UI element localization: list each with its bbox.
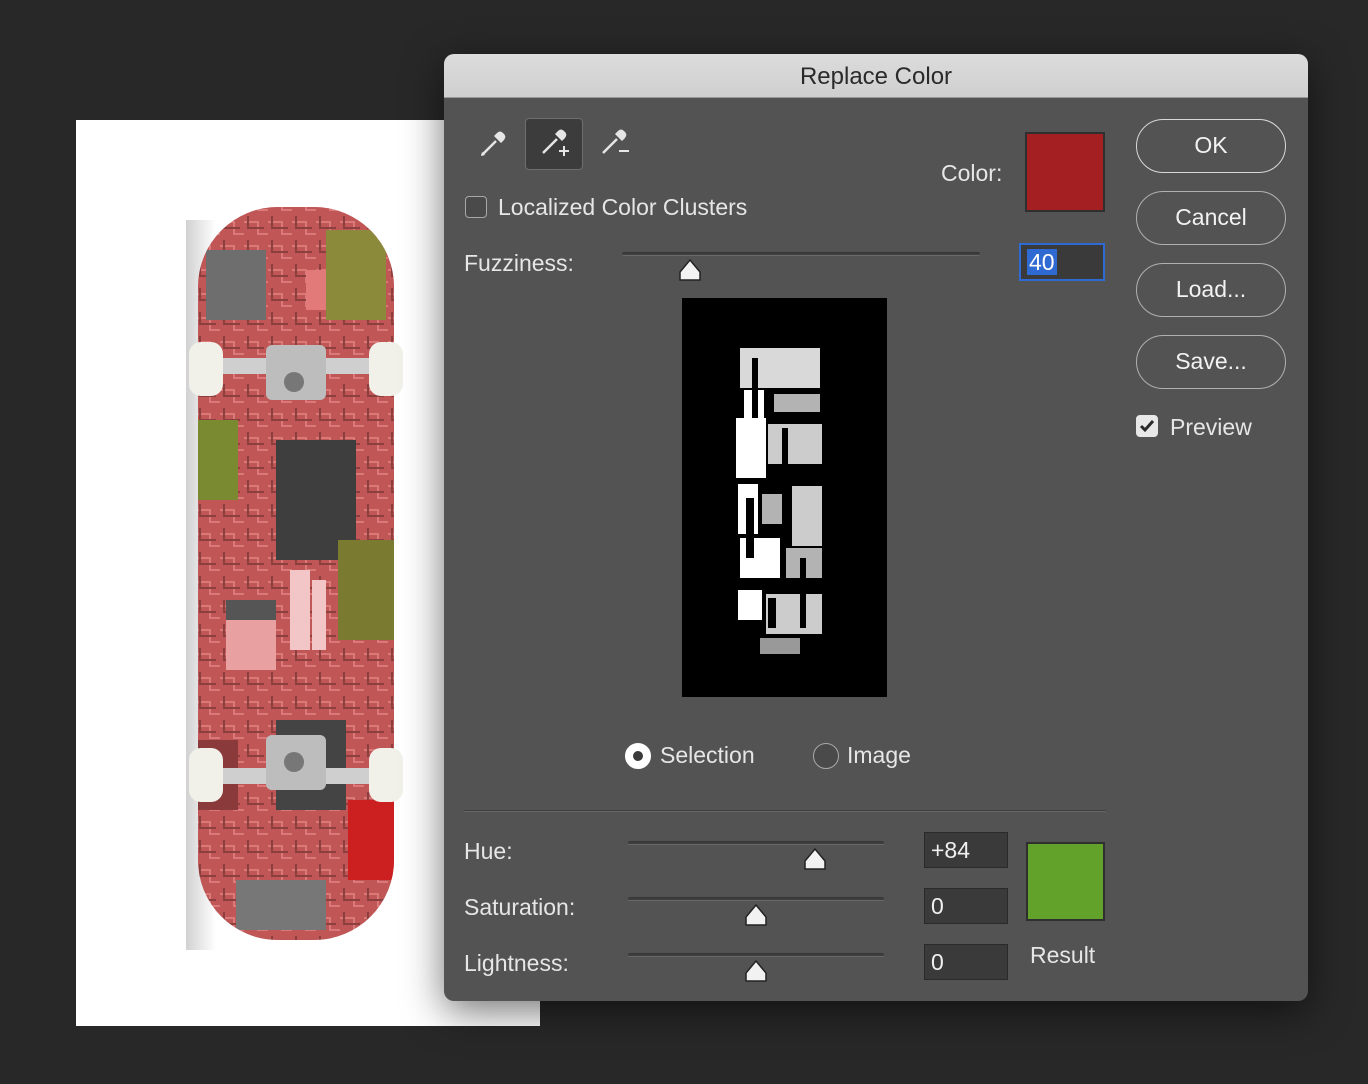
selection-radio[interactable] [625, 743, 651, 769]
lightness-slider[interactable] [628, 953, 884, 957]
eyedropper-icon [481, 131, 506, 156]
selection-radio-label: Selection [660, 742, 755, 768]
result-label: Result [1030, 942, 1096, 968]
preview-label: Preview [1170, 414, 1252, 440]
fuzziness-slider[interactable] [622, 252, 980, 256]
dialog-title: Replace Color [444, 54, 1308, 98]
image-radio[interactable] [813, 743, 839, 769]
save-button[interactable]: Save... [1136, 335, 1286, 389]
replace-color-dialog: Replace Color Color: Localized Color Clu… [444, 54, 1308, 1001]
cancel-button[interactable]: Cancel [1136, 191, 1286, 245]
result-color-swatch[interactable] [1026, 842, 1105, 921]
section-divider [464, 810, 1106, 812]
hue-slider[interactable] [628, 841, 884, 845]
saturation-slider-thumb[interactable] [744, 903, 768, 927]
saturation-label: Saturation: [464, 894, 576, 920]
eyedropper-tool[interactable] [464, 118, 522, 170]
preview-checkbox[interactable] [1136, 415, 1158, 437]
hue-label: Hue: [464, 838, 513, 864]
hue-input[interactable]: +84 [924, 832, 1008, 868]
hue-slider-thumb[interactable] [803, 847, 827, 871]
eyedropper-minus-icon [602, 129, 629, 154]
subtract-from-sample-tool[interactable] [585, 118, 643, 170]
image-radio-label: Image [847, 742, 911, 768]
fuzziness-input[interactable]: 40 [1019, 243, 1105, 281]
add-to-sample-tool[interactable] [525, 118, 583, 170]
selected-color-swatch[interactable] [1025, 132, 1105, 212]
eyedropper-plus-icon [542, 129, 569, 156]
lightness-slider-thumb[interactable] [744, 959, 768, 983]
fuzziness-slider-thumb[interactable] [678, 258, 702, 282]
localized-clusters-checkbox[interactable] [465, 196, 487, 218]
load-button[interactable]: Load... [1136, 263, 1286, 317]
localized-clusters-label: Localized Color Clusters [498, 194, 748, 220]
saturation-input[interactable]: 0 [924, 888, 1008, 924]
checkmark-icon [1139, 420, 1155, 433]
saturation-slider[interactable] [628, 897, 884, 901]
fuzziness-label: Fuzziness: [464, 250, 574, 276]
selection-preview [682, 298, 887, 697]
lightness-label: Lightness: [464, 950, 569, 976]
color-label: Color: [941, 160, 1003, 186]
ok-button[interactable]: OK [1136, 119, 1286, 173]
lightness-input[interactable]: 0 [924, 944, 1008, 980]
